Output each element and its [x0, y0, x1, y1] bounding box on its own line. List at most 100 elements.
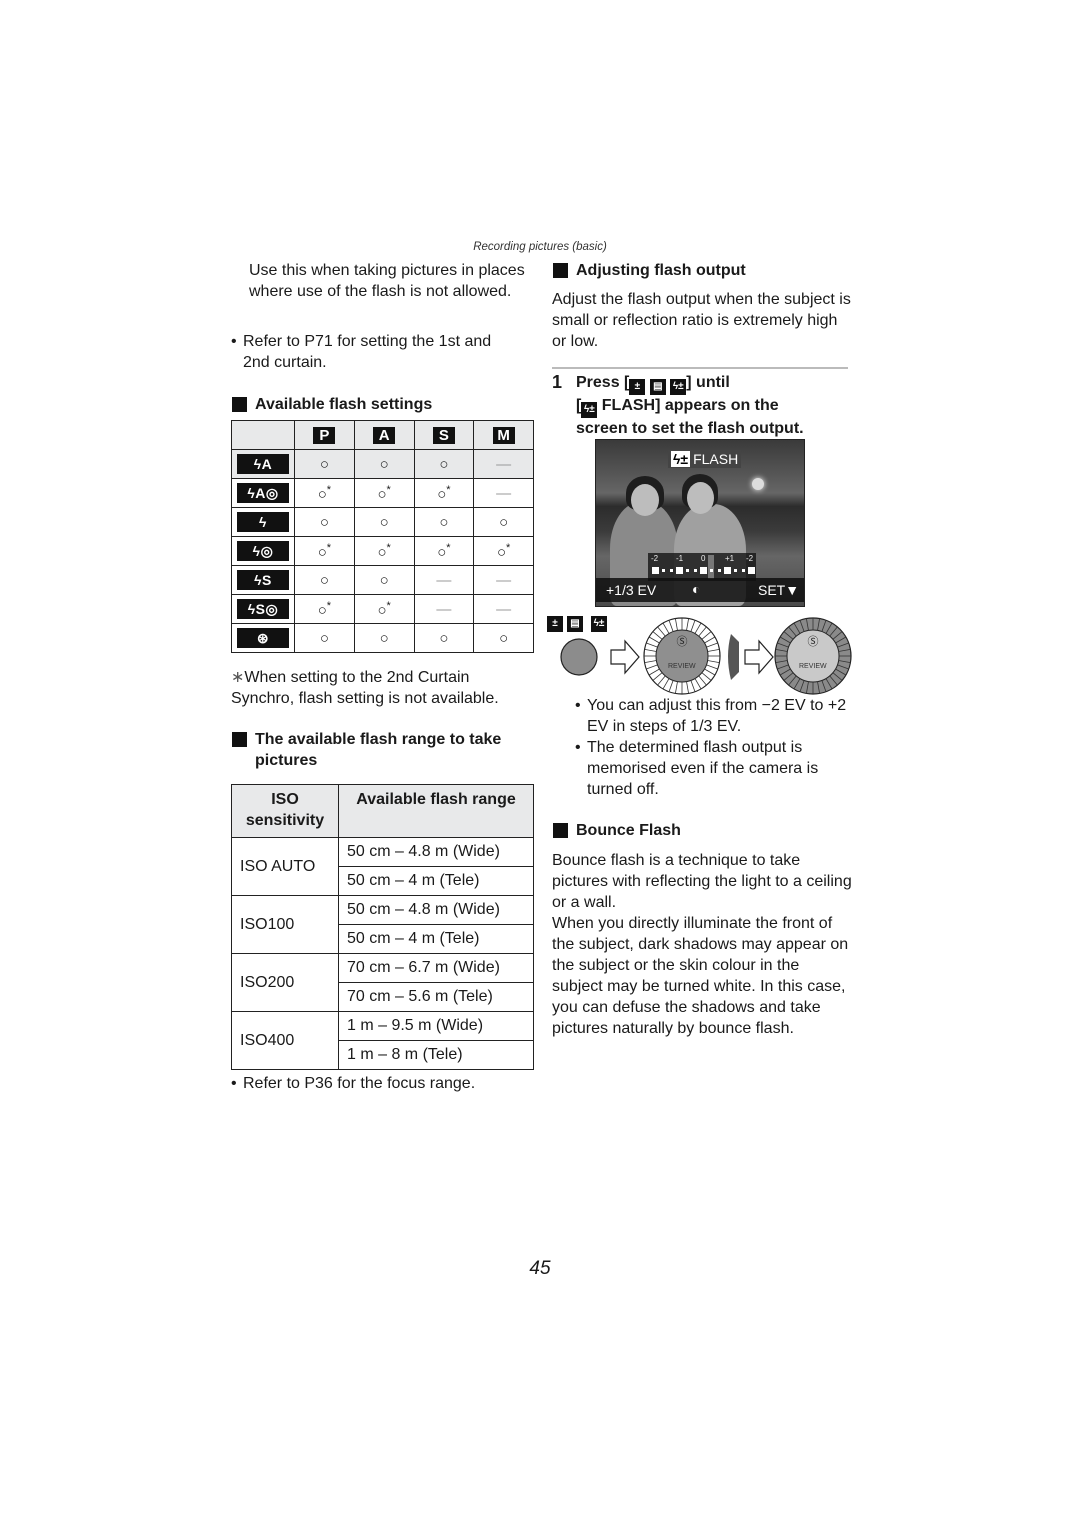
scale-minor-tick	[686, 569, 689, 572]
available-mark: ○	[439, 455, 449, 473]
heading-text: Available flash settings	[255, 396, 433, 413]
svg-text:Ⓢ: Ⓢ	[808, 635, 819, 648]
lcd-flash-label: ϟ± FLASH	[668, 450, 742, 468]
range-cell: 50 cm – 4.8 m (Wide)	[338, 837, 534, 867]
available-mark: ○	[437, 485, 447, 503]
scale-minor-tick	[670, 569, 673, 572]
corner-cell	[231, 420, 295, 450]
range-cell: 70 cm – 5.6 m (Tele)	[338, 982, 534, 1012]
footnote-mark: ∗	[231, 669, 245, 686]
step-1: 1 Press [± ▤ ϟ±] until [ϟ± FLASH] appear…	[552, 372, 852, 439]
flash-mode-cell: ϟA◎	[231, 478, 295, 508]
column-header-iso: ISO sensitivity	[231, 784, 339, 838]
availability-cell: ○*	[353, 536, 415, 566]
bullet-text: The determined flash output is memorised…	[587, 739, 819, 798]
bullet-dot: •	[231, 333, 237, 350]
dial-icon: ◐	[692, 581, 701, 597]
review-label: REVIEW	[799, 663, 827, 670]
step-until-text: ] until	[686, 374, 730, 391]
asterisk-mark: *	[326, 483, 332, 496]
bullet-text: You can adjust this from −2 EV to +2 EV …	[587, 697, 847, 735]
not-available-mark: —	[496, 600, 512, 618]
availability-cell: ○*	[353, 478, 415, 508]
scale-major-tick	[652, 567, 659, 574]
scale-major-tick	[700, 567, 707, 574]
scale-label: -1	[676, 554, 684, 563]
availability-cell: ○*	[294, 478, 355, 508]
availability-cell: ○*	[353, 594, 415, 624]
asterisk-mark: *	[326, 599, 332, 612]
availability-cell: ○	[294, 623, 355, 653]
table-row: ⊛ ○ ○ ○ ○	[231, 623, 534, 653]
not-available-mark: —	[496, 571, 512, 589]
table-row: ϟS◎ ○* ○* — —	[231, 594, 534, 624]
iso-cell: ISO400	[231, 1011, 339, 1070]
bounce-para-2: When you directly illuminate the front o…	[552, 915, 849, 1037]
availability-cell: ○	[473, 623, 534, 653]
range-cell: 50 cm – 4.8 m (Wide)	[338, 895, 534, 925]
flash-settings-footnote: ∗When setting to the 2nd Curtain Synchro…	[231, 667, 531, 709]
arrow-right-icon	[744, 639, 774, 675]
step-number: 1	[552, 372, 563, 392]
mode-m-icon: M	[492, 426, 515, 444]
bullet-text: Refer to P36 for the focus range.	[243, 1075, 476, 1092]
lcd-screen: ϟ± FLASH -2 -1 0 +1 -2 +1/3 EV ◐ SET▼	[595, 439, 805, 607]
available-mark: ○	[439, 629, 449, 647]
flash-mode-cell: ϟ◎	[231, 536, 295, 566]
flash-mode-cell: ⊛	[231, 623, 295, 653]
scale-minor-tick	[694, 569, 697, 572]
scale-major-tick	[748, 567, 755, 574]
range-cell: 70 cm – 6.7 m (Wide)	[338, 953, 534, 983]
asterisk-mark: *	[506, 541, 511, 554]
running-head: Recording pictures (basic)	[473, 241, 607, 253]
table-row: ISO100 50 cm – 4.8 m (Wide)	[231, 895, 534, 954]
column-header-range: Available flash range	[338, 784, 534, 838]
table-row: ISO200 70 cm – 6.7 m (Wide)	[231, 953, 534, 1012]
flash-forced-on-icon: ϟ	[237, 512, 289, 532]
flash-mode-cell: ϟS	[231, 565, 295, 595]
step-press-text: Press [	[576, 374, 630, 391]
table-row: ISO400 1 m – 9.5 m (Wide)	[231, 1011, 534, 1070]
not-available-mark: —	[496, 455, 512, 473]
available-mark: ○	[499, 513, 509, 531]
flash-slow-sync-icon: ϟS	[237, 570, 289, 590]
exposure-comp-icon: ±	[629, 379, 646, 395]
scale-minor-tick	[662, 569, 665, 572]
scale-label: -2	[746, 554, 754, 563]
availability-cell: ○	[353, 507, 415, 537]
svg-text:Ⓢ: Ⓢ	[677, 635, 688, 648]
availability-cell: ○	[353, 565, 415, 595]
mode-header: P	[294, 420, 355, 450]
step-text: Press [± ▤ ϟ±] until [ϟ± FLASH] appears …	[576, 372, 852, 439]
bullet-dot: •	[575, 697, 581, 714]
table-row: ϟA ○ ○ ○ —	[231, 449, 534, 479]
page-number: 45	[529, 1258, 551, 1279]
intro-text: Use this when taking pictures in places …	[249, 262, 525, 300]
asterisk-mark: *	[446, 541, 451, 554]
flash-forced-on-red-eye-icon: ϟ◎	[237, 541, 289, 561]
section-marker-icon	[232, 397, 247, 412]
not-available-mark: —	[436, 600, 452, 618]
scale-major-tick	[676, 567, 683, 574]
availability-cell: ○	[413, 623, 475, 653]
dial-diagram-svg: Ⓢ Ⓢ	[560, 617, 852, 695]
scale-label: 0	[701, 554, 706, 563]
availability-cell: ○*	[294, 536, 355, 566]
button-circle-icon	[560, 638, 598, 676]
flash-settings-table: P A S M ϟA ○ ○ ○ — ϟA◎ ○* ○* ○* — ϟ ○ ○ ○ ○ ϟ◎ ○* ○* ○* ○* ϟ…	[231, 420, 534, 653]
focus-range-bullet: • Refer to P36 for the focus range.	[231, 1073, 531, 1094]
available-mark: ○	[379, 571, 389, 589]
table-header-row: P A S M	[231, 420, 534, 450]
flash-settings-heading: Available flash settings	[232, 394, 432, 415]
table-row: ϟA◎ ○* ○* ○* —	[231, 478, 534, 508]
available-mark: ○	[377, 601, 387, 619]
review-label: REVIEW	[668, 663, 696, 670]
available-mark: ○	[317, 485, 327, 503]
availability-cell: ○	[294, 565, 355, 595]
scale-minor-tick	[742, 569, 745, 572]
divider	[552, 367, 848, 369]
scale-label: -2	[651, 554, 659, 563]
availability-cell: ○*	[473, 536, 534, 566]
bullet-dot: •	[575, 739, 581, 756]
set-label: SET▼	[758, 582, 800, 598]
